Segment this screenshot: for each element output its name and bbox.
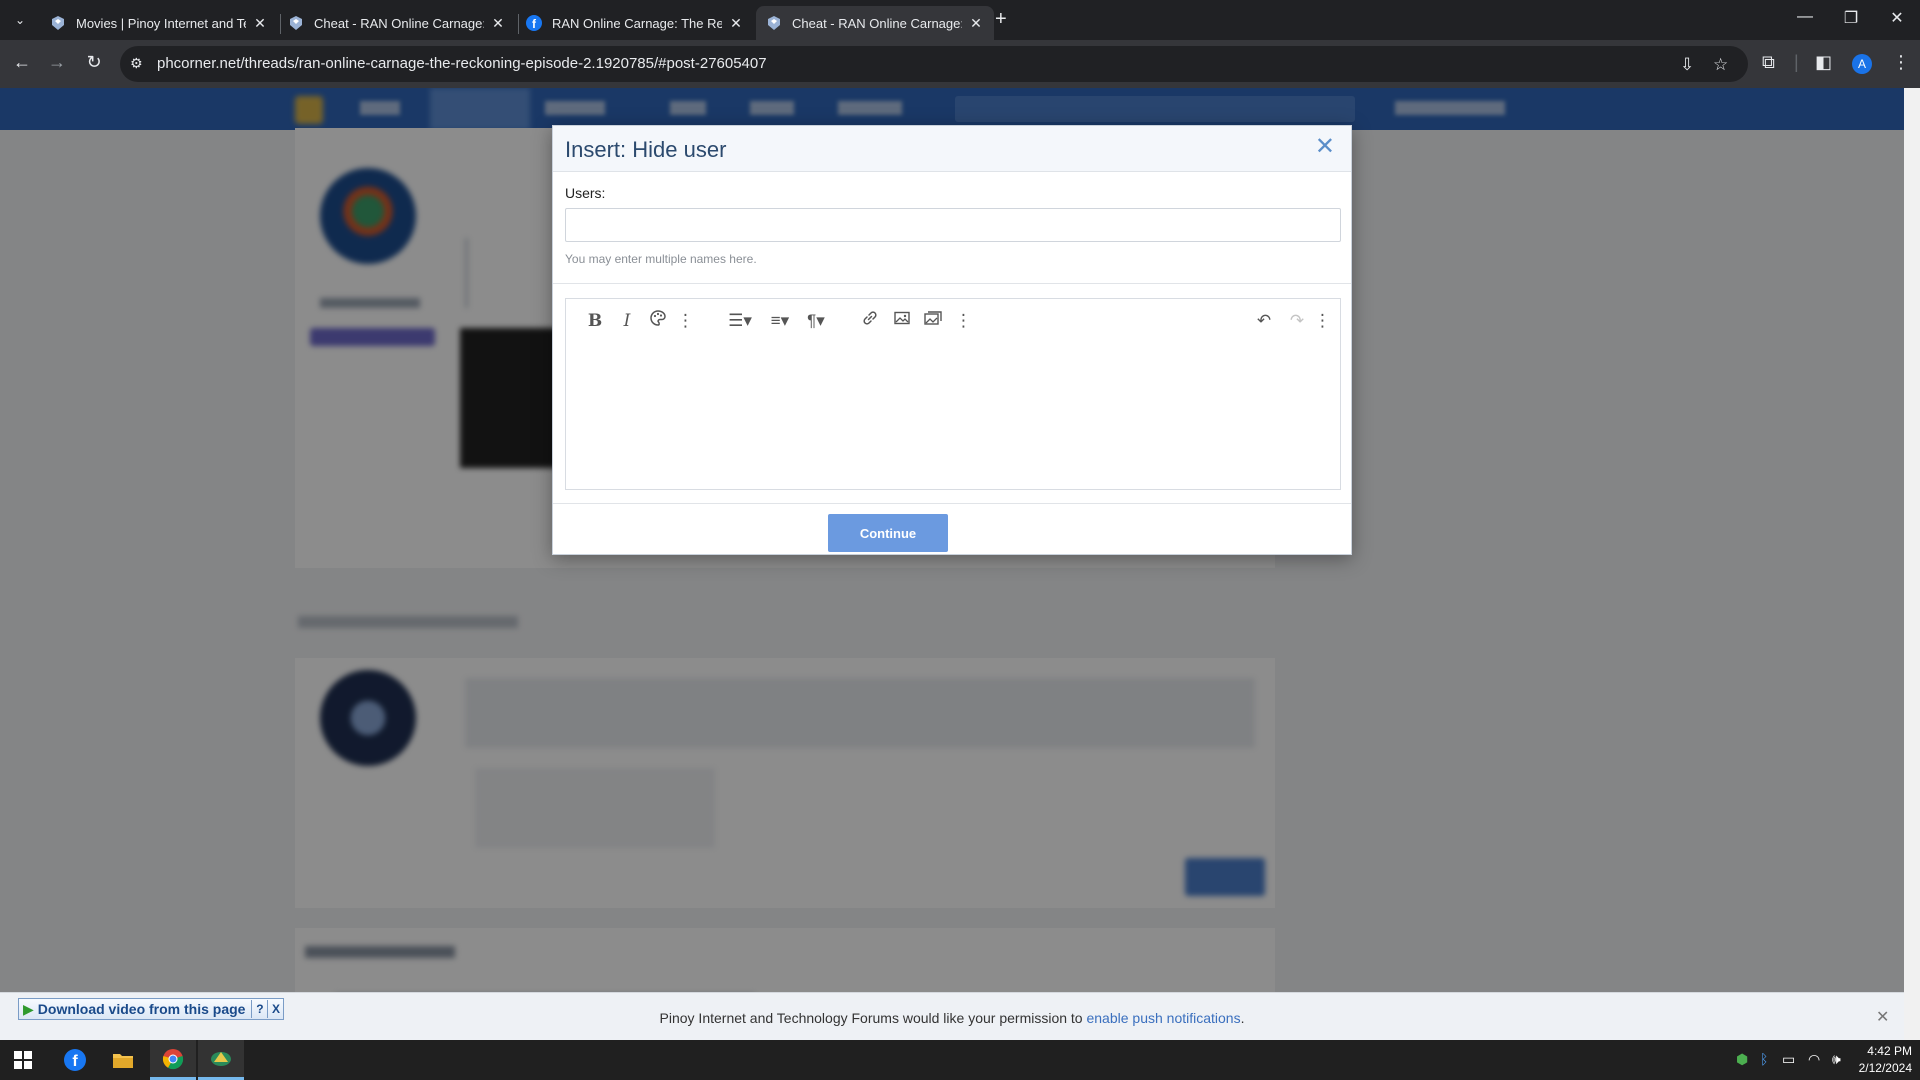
tab-4-active[interactable]: Cheat - RAN Online Carnage: Th ✕	[756, 6, 994, 40]
push-notification-text: Pinoy Internet and Technology Forums wou…	[659, 1010, 1087, 1026]
windows-start-icon[interactable]	[14, 1051, 32, 1069]
battery-icon[interactable]: ▭	[1782, 1051, 1795, 1068]
enable-push-notifications-link[interactable]: enable push notifications	[1086, 1010, 1240, 1026]
game-launcher-app-icon[interactable]	[198, 1040, 244, 1080]
download-video-label: Download video from this page	[37, 1001, 246, 1017]
forward-icon[interactable]: →	[45, 52, 69, 73]
volume-icon[interactable]: 🕪	[1832, 1051, 1841, 1068]
close-icon[interactable]: ✕	[1876, 1007, 1889, 1027]
continue-button[interactable]: Continue	[828, 514, 948, 552]
windows-taskbar: f ⬢ ᛒ ▭ ◠ 🕪 4:42 PM 2/12/2024	[0, 1040, 1920, 1080]
push-notification-suffix: .	[1240, 1010, 1245, 1026]
download-help-button[interactable]: ?	[251, 1000, 267, 1018]
new-tab-button[interactable]: +	[995, 8, 1007, 31]
tab-2[interactable]: Cheat - RAN Online Carnage: Th ✕	[278, 6, 516, 40]
page-scrollbar[interactable]	[1904, 88, 1920, 1040]
align-dropdown-icon[interactable]: ≡▾	[764, 309, 796, 333]
tab-close-icon[interactable]: ✕	[728, 15, 744, 32]
reload-icon[interactable]: ↻	[82, 52, 106, 73]
svg-text:f: f	[72, 1053, 78, 1070]
install-app-icon[interactable]: ⇩	[1680, 55, 1694, 75]
list-dropdown-icon[interactable]: ☰▾	[724, 309, 756, 333]
side-panel-icon[interactable]: ◧	[1815, 52, 1832, 73]
dialog-title: Insert: Hide user	[565, 137, 727, 162]
chrome-app-icon[interactable]	[150, 1040, 196, 1080]
tab-title: Cheat - RAN Online Carnage: Th	[314, 15, 484, 31]
bookmark-star-icon[interactable]: ☆	[1713, 55, 1728, 75]
facebook-app-icon[interactable]: f	[52, 1040, 98, 1080]
tab-strip: ⌄ Movies | Pinoy Internet and Tec ✕ Chea…	[0, 0, 1920, 40]
wifi-icon[interactable]: ◠	[1808, 1051, 1820, 1068]
media-gallery-icon[interactable]	[921, 309, 945, 333]
tab-close-icon[interactable]: ✕	[252, 15, 268, 32]
push-notification-message: Pinoy Internet and Technology Forums wou…	[0, 1010, 1904, 1026]
toolbar-divider: |	[1794, 52, 1799, 72]
image-icon[interactable]	[891, 309, 913, 333]
tab-close-icon[interactable]: ✕	[490, 15, 506, 32]
download-video-button[interactable]: ▶ Download video from this page	[19, 1001, 251, 1018]
phcorner-favicon-icon	[766, 15, 782, 31]
undo-icon[interactable]: ↶	[1253, 309, 1275, 333]
users-hint: You may enter multiple names here.	[565, 252, 757, 266]
italic-icon[interactable]: I	[616, 309, 638, 333]
back-icon[interactable]: ←	[10, 52, 34, 73]
phcorner-favicon-icon	[50, 15, 66, 31]
dialog-footer: Continue	[553, 504, 1351, 554]
browser-toolbar: ← → ↻ ⚙ phcorner.net/threads/ran-online-…	[0, 40, 1920, 88]
tab-title: RAN Online Carnage: The Reck	[552, 15, 722, 31]
clock-time: 4:42 PM	[1867, 1044, 1912, 1058]
play-icon: ▶	[23, 1000, 34, 1017]
restore-icon[interactable]: ❐	[1828, 8, 1874, 28]
more-options-icon[interactable]: ⋮	[677, 309, 694, 333]
insert-hide-user-dialog: Insert: Hide user ✕ Users: You may enter…	[552, 125, 1352, 555]
close-icon[interactable]: ✕	[1315, 135, 1335, 159]
users-label: Users:	[565, 185, 606, 201]
chrome-menu-icon[interactable]: ⋮	[1892, 52, 1910, 73]
redo-icon[interactable]: ↷	[1286, 309, 1308, 333]
profile-avatar[interactable]: A	[1852, 54, 1872, 74]
divider	[553, 283, 1351, 284]
tab-search-chevron-icon[interactable]: ⌄	[8, 9, 32, 31]
facebook-favicon-icon: f	[526, 15, 542, 31]
tab-close-icon[interactable]: ✕	[968, 15, 984, 32]
text-color-palette-icon[interactable]	[647, 309, 669, 333]
download-video-bar: ▶ Download video from this page ? X	[18, 998, 285, 1020]
more-insert-options-icon[interactable]: ⋮	[955, 309, 972, 333]
system-clock[interactable]: 4:42 PM 2/12/2024	[1850, 1043, 1912, 1077]
tab-3[interactable]: f RAN Online Carnage: The Reck ✕	[516, 6, 754, 40]
users-input[interactable]	[565, 208, 1341, 242]
dialog-header: Insert: Hide user ✕	[553, 126, 1351, 172]
clock-date: 2/12/2024	[1858, 1061, 1912, 1075]
push-notification-bar: Pinoy Internet and Technology Forums wou…	[0, 992, 1904, 1040]
editor-content-area[interactable]	[566, 343, 1340, 489]
extensions-icon[interactable]: ⧉	[1762, 52, 1775, 73]
paragraph-format-dropdown-icon[interactable]: ¶▾	[800, 309, 832, 333]
link-icon[interactable]	[859, 309, 881, 333]
minimize-icon[interactable]: —	[1782, 8, 1828, 26]
tab-title: Movies | Pinoy Internet and Tec	[76, 15, 246, 31]
rich-text-editor: B I ⋮ ☰▾ ≡▾ ¶▾ ⋮ ↶ ↷ ⋮	[565, 298, 1341, 490]
address-bar[interactable]: ⚙ phcorner.net/threads/ran-online-carnag…	[120, 46, 1748, 82]
url-text[interactable]: phcorner.net/threads/ran-online-carnage-…	[157, 55, 767, 72]
more-editor-options-icon[interactable]: ⋮	[1314, 309, 1331, 333]
network-app-tray-icon[interactable]: ⬢	[1736, 1051, 1748, 1068]
close-window-icon[interactable]: ✕	[1874, 8, 1920, 28]
tab-1[interactable]: Movies | Pinoy Internet and Tec ✕	[40, 6, 278, 40]
download-close-button[interactable]: X	[267, 1000, 283, 1018]
phcorner-favicon-icon	[288, 15, 304, 31]
site-info-icon[interactable]: ⚙	[130, 55, 143, 72]
file-explorer-icon[interactable]	[100, 1040, 146, 1080]
editor-toolbar: B I ⋮ ☰▾ ≡▾ ¶▾ ⋮ ↶ ↷ ⋮	[566, 299, 1340, 343]
tab-title: Cheat - RAN Online Carnage: Th	[792, 15, 962, 31]
bold-icon[interactable]: B	[584, 309, 606, 333]
bluetooth-icon[interactable]: ᛒ	[1760, 1051, 1768, 1067]
